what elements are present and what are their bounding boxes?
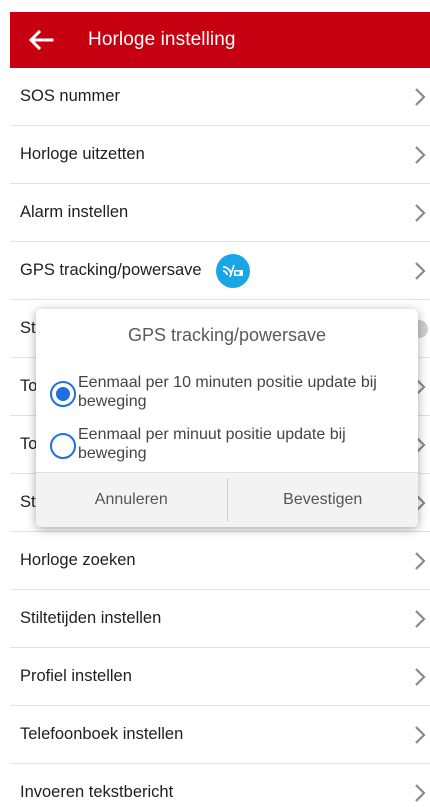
chevron-right-icon	[415, 261, 426, 280]
chevron-right-icon	[415, 87, 426, 106]
list-item-label: Alarm instellen	[20, 203, 129, 221]
list-item-label: St	[20, 319, 36, 337]
list-item-label: Profiel instellen	[20, 667, 132, 685]
option-1-minute[interactable]: Eenmaal per minuut positie update bij be…	[50, 425, 410, 463]
gps-tracking-dialog: GPS tracking/powersave Eenmaal per 10 mi…	[36, 309, 418, 527]
dialog-title: GPS tracking/powersave	[127, 325, 327, 345]
option-label: Eenmaal per 10 minuten positie update bi…	[78, 374, 377, 410]
list-item-sos-nummer[interactable]: SOS nummer	[10, 68, 430, 126]
radio-button-selected[interactable]	[50, 381, 76, 407]
dialog-actions: Annuleren Bevestigen	[36, 472, 418, 527]
list-item-gps-tracking[interactable]: GPS tracking/powersave	[10, 242, 430, 300]
list-item-label: GPS tracking/powersave	[20, 261, 202, 279]
list-item-label: SOS nummer	[20, 87, 120, 105]
chevron-right-icon	[415, 145, 426, 164]
chevron-right-icon	[415, 203, 426, 222]
chevron-right-icon	[415, 609, 426, 628]
page-title: Horloge instelling	[88, 29, 236, 50]
chevron-right-icon	[415, 551, 426, 570]
radio-button[interactable]	[50, 433, 76, 459]
gps-powersave-icon	[215, 253, 250, 288]
radio-dot	[56, 387, 70, 401]
list-item-label: Invoeren tekstbericht	[20, 783, 174, 801]
list-item-label: Stiltetijden instellen	[20, 609, 162, 627]
list-item-label: To	[20, 435, 38, 453]
list-item-label: To	[20, 377, 38, 395]
list-item-label: Horloge zoeken	[20, 551, 136, 569]
confirm-button[interactable]: Bevestigen	[228, 473, 419, 527]
list-item-label: Horloge uitzetten	[20, 145, 145, 163]
list-item-label: St	[20, 493, 36, 511]
back-button[interactable]	[16, 12, 66, 68]
list-item-label: Telefoonboek instellen	[20, 725, 184, 743]
arrow-left-icon	[28, 29, 54, 51]
list-item-horloge-zoeken[interactable]: Horloge zoeken	[10, 532, 430, 590]
list-item-telefoonboek[interactable]: Telefoonboek instellen	[10, 706, 430, 764]
chevron-right-icon	[415, 725, 426, 744]
status-bar	[0, 0, 430, 12]
chevron-right-icon	[415, 667, 426, 686]
screen: Horloge instelling SOS nummer Horloge ui…	[0, 0, 430, 807]
list-item-horloge-uitzetten[interactable]: Horloge uitzetten	[10, 126, 430, 184]
list-item-profiel[interactable]: Profiel instellen	[10, 648, 430, 706]
list-item-stiltetijden[interactable]: Stiltetijden instellen	[10, 590, 430, 648]
chevron-right-icon	[415, 783, 426, 802]
list-item-alarm-instellen[interactable]: Alarm instellen	[10, 184, 430, 242]
cancel-button[interactable]: Annuleren	[36, 473, 227, 527]
option-10-minutes[interactable]: Eenmaal per 10 minuten positie update bi…	[50, 373, 410, 411]
list-item-tekstbericht[interactable]: Invoeren tekstbericht	[10, 764, 430, 807]
option-label: Eenmaal per minuut positie update bij be…	[78, 426, 346, 462]
app-bar: Horloge instelling	[10, 12, 430, 68]
